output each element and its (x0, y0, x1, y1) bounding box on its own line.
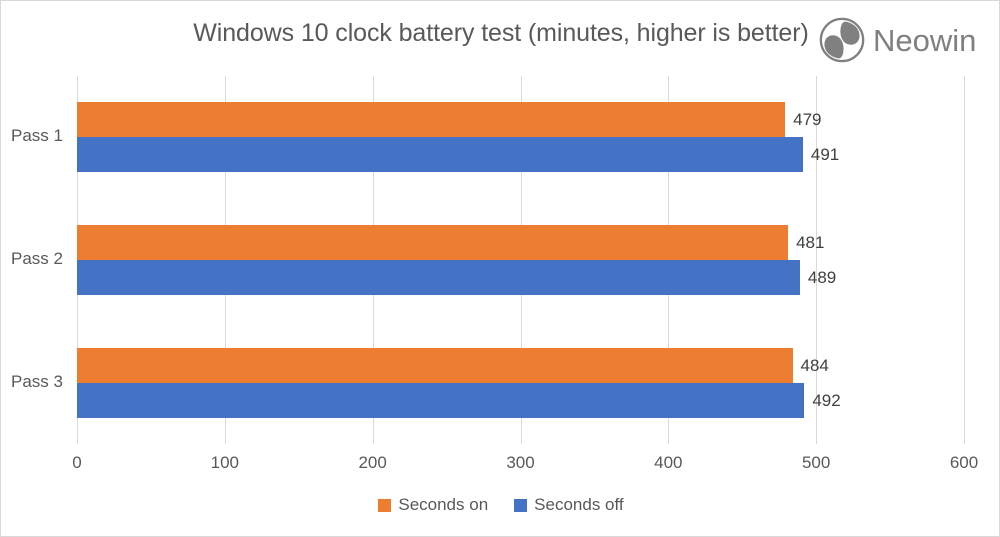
x-tick-label: 300 (506, 453, 535, 472)
legend-swatch-icon (514, 498, 528, 512)
gridline (964, 76, 965, 444)
legend-label: Seconds off (534, 495, 624, 514)
bar-value-label: 491 (810, 145, 840, 165)
bar-value-label: 489 (807, 268, 837, 287)
category-label-pass-2: Pass 2 (11, 249, 63, 268)
bar-pass-3-seconds-off[interactable] (77, 382, 805, 418)
value-axis-labels: 0 100 200 300 400 500 600 (1, 453, 999, 479)
bar-value-label: 479 (793, 110, 822, 130)
x-tick-label: 0 (72, 453, 82, 472)
legend-item-seconds-off[interactable]: Seconds off (514, 495, 624, 515)
legend-swatch-icon (378, 498, 392, 512)
x-tick-label: 600 (949, 453, 979, 472)
category-label-pass-3: Pass 3 (11, 371, 63, 391)
plot-area: 479 491 481 489 484 492 (77, 76, 965, 444)
neowin-watermark: Neowin (819, 15, 989, 65)
neowin-logo-icon (819, 17, 865, 63)
x-tick-label: 100 (210, 453, 240, 472)
legend-label: Seconds on (398, 495, 489, 514)
bar-pass-1-seconds-on[interactable] (77, 102, 786, 138)
legend-item-seconds-on[interactable]: Seconds on (378, 495, 488, 515)
bar-pass-2-seconds-on[interactable] (77, 225, 789, 260)
category-label-pass-1: Pass 1 (11, 126, 63, 146)
category-axis-labels: Pass 1 Pass 2 Pass 3 (1, 76, 77, 444)
chart-container: Windows 10 clock battery test (minutes, … (0, 0, 1000, 537)
bar-pass-2-seconds-off[interactable] (77, 260, 800, 295)
bar-value-label: 492 (812, 390, 841, 410)
chart-legend: Seconds on Seconds off (1, 495, 999, 515)
x-tick-label: 200 (358, 453, 387, 472)
bar-pass-1-seconds-off[interactable] (77, 137, 803, 173)
bar-value-label: 484 (800, 355, 829, 375)
bar-value-label: 481 (796, 233, 825, 252)
x-tick-label: 500 (801, 453, 831, 472)
bar-pass-3-seconds-on[interactable] (77, 347, 793, 383)
x-tick-label: 400 (654, 453, 683, 472)
neowin-wordmark: Neowin (873, 22, 977, 58)
